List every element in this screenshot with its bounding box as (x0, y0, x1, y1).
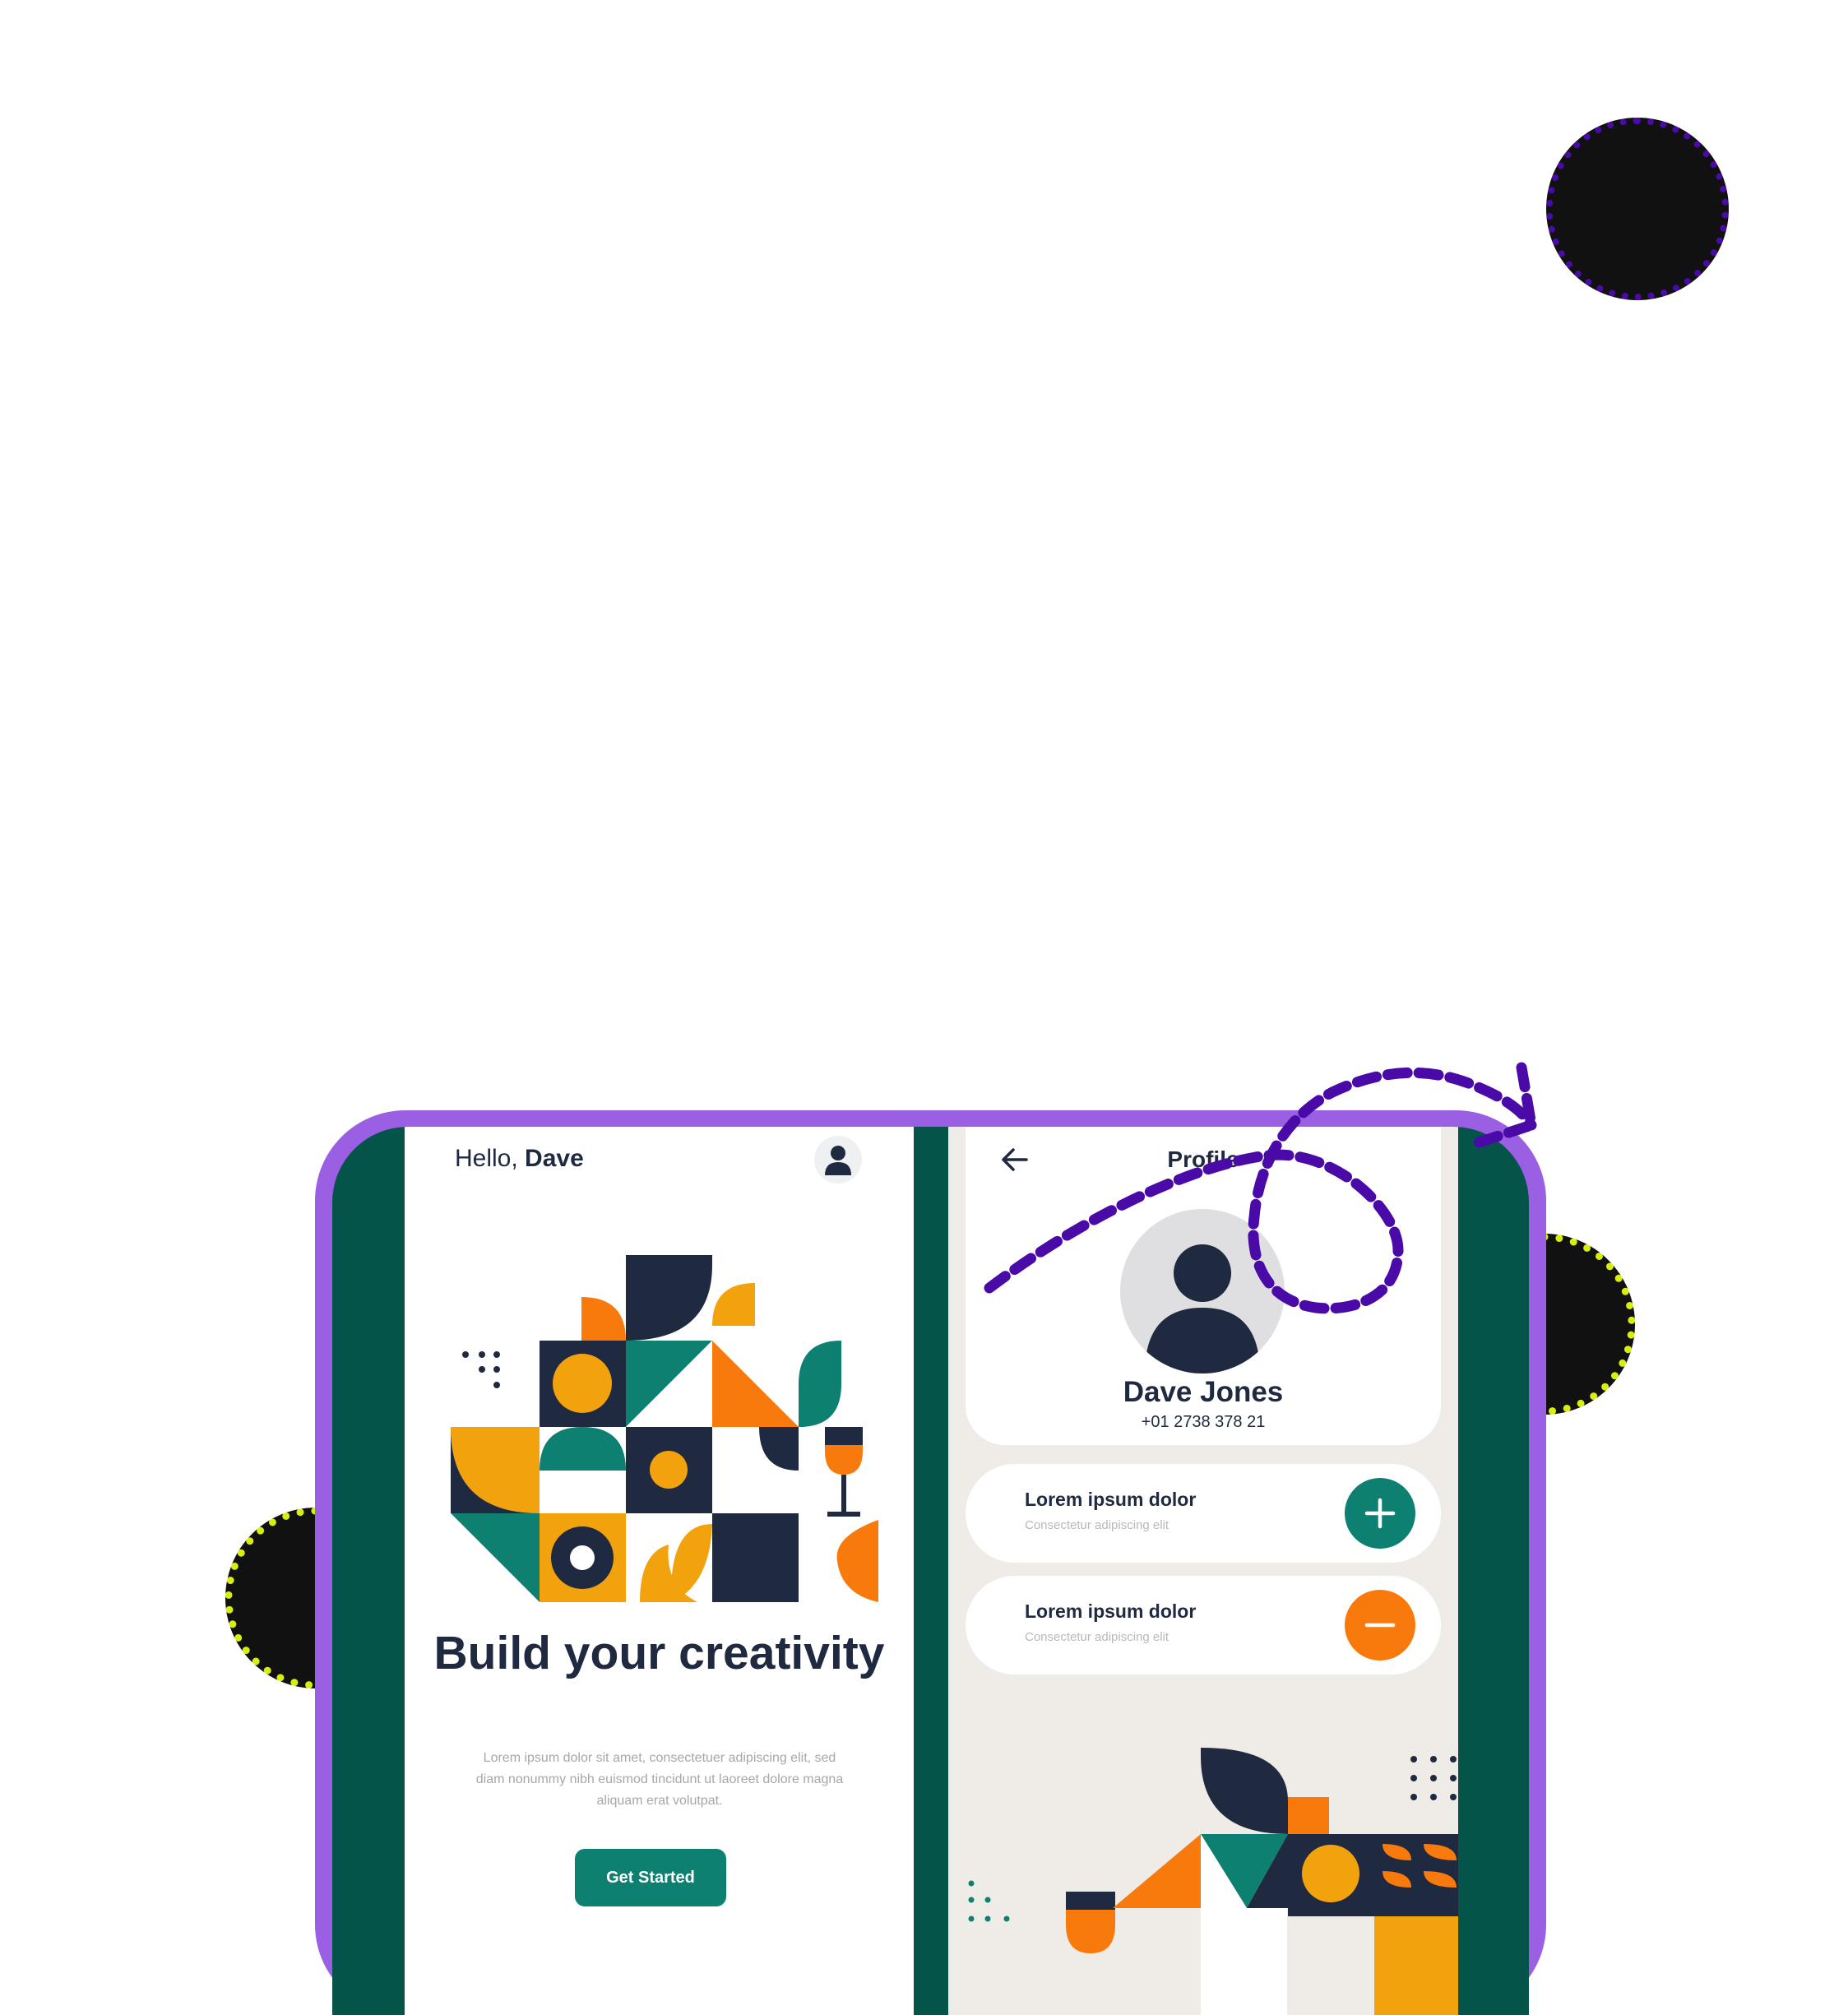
list-item-subtitle: Consectetur adipiscing elit (1025, 1518, 1169, 1532)
remove-button[interactable] (1345, 1590, 1415, 1661)
add-button[interactable] (1345, 1478, 1415, 1549)
geometric-illustration (451, 1255, 878, 1602)
profile-screen: Profile Dave Jones +01 2738 378 21 Lorem… (948, 1127, 1458, 2015)
list-item: Lorem ipsum dolor Consectetur adipiscing… (966, 1576, 1441, 1675)
greeting: Hello, Dave (455, 1145, 584, 1173)
list-item: Lorem ipsum dolor Consectetur adipiscing… (966, 1464, 1441, 1563)
decorative-dot-top (1546, 118, 1729, 300)
body-copy: Lorem ipsum dolor sit amet, consectetuer… (475, 1751, 844, 1808)
home-screen: Hello, Dave Build your creativity Lorem … (405, 1127, 914, 2015)
device-frame-inner: Hello, Dave Build your creativity Lorem … (332, 1127, 1529, 2015)
user-icon[interactable] (814, 1136, 862, 1184)
get-started-button[interactable]: Get Started (575, 1849, 726, 1906)
greeting-prefix: Hello, (455, 1145, 526, 1172)
list-item-subtitle: Consectetur adipiscing elit (1025, 1630, 1169, 1644)
plus-icon (1364, 1498, 1396, 1529)
profile-name: Dave Jones (1123, 1376, 1284, 1408)
device-frame: Hello, Dave Build your creativity Lorem … (315, 1110, 1546, 2015)
list-item-title: Lorem ipsum dolor (1025, 1600, 1197, 1622)
profile-phone: +01 2738 378 21 (1141, 1413, 1266, 1431)
list-item-title: Lorem ipsum dolor (1025, 1489, 1197, 1510)
page-title: Profile (1167, 1146, 1239, 1172)
greeting-name: Dave (525, 1145, 584, 1172)
minus-icon (1364, 1623, 1396, 1628)
geometric-illustration-bottom (968, 1748, 1458, 2015)
headline: Build your creativity (433, 1627, 885, 1679)
profile-card: Profile Dave Jones +01 2738 378 21 (966, 1127, 1441, 1445)
avatar (1120, 1209, 1285, 1373)
